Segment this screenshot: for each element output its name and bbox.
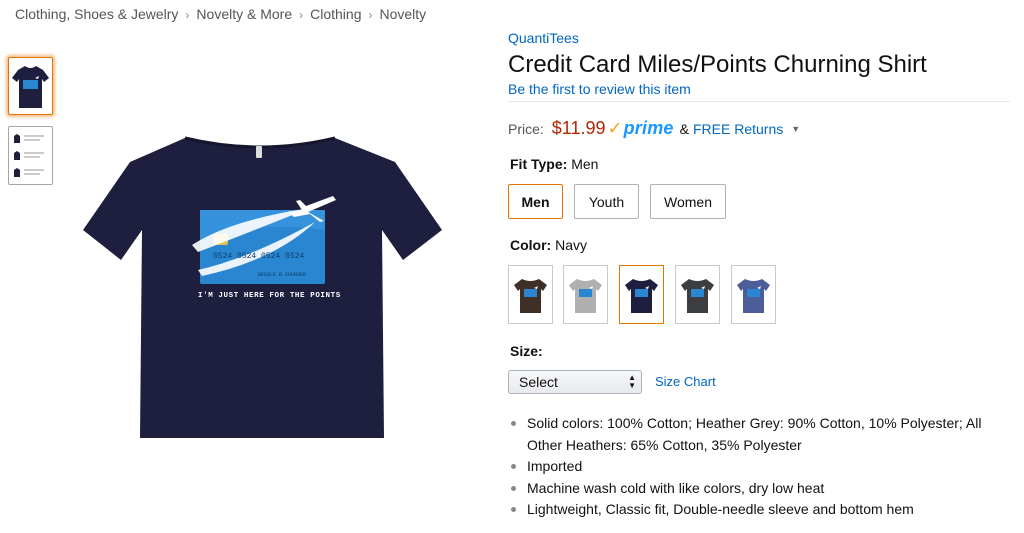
shirt-print-text: I'M JUST HERE FOR THE POINTS	[198, 292, 341, 300]
divider	[508, 101, 1010, 102]
shirt-thumbnail-image	[12, 66, 49, 108]
free-returns-link[interactable]: FREE Returns	[693, 121, 783, 137]
size-dropdown[interactable]: Select ▲ ▼	[508, 370, 642, 394]
breadcrumb-link[interactable]: Clothing	[310, 6, 361, 22]
fit-type-label: Fit Type: Men	[510, 156, 598, 172]
swatch-shirt-image	[514, 278, 547, 313]
feature-bullet: Imported	[511, 456, 1011, 478]
size-label-title: Size:	[510, 343, 543, 359]
color-swatch-brown[interactable]	[508, 265, 553, 324]
price-label: Price:	[508, 121, 544, 137]
price-value: $11.99	[551, 118, 606, 138]
breadcrumb-link[interactable]: Novelty & More	[196, 6, 292, 22]
card-holder-print: BEEBLE B CHURNER	[258, 272, 306, 278]
fit-type-selected: Men	[571, 156, 599, 172]
swatch-shirt-image	[625, 278, 658, 313]
feature-bullets: Solid colors: 100% Cotton; Heather Grey:…	[511, 413, 1011, 521]
price-row: Price: $11.99 ✓ prime & FREE Returns ▼	[508, 118, 800, 139]
color-swatch-navy[interactable]	[619, 265, 664, 324]
feature-bullet: Lightweight, Classic fit, Double-needle …	[511, 499, 1011, 521]
breadcrumb: Clothing, Shoes & Jewelry › Novelty & More…	[15, 6, 426, 22]
card-number-print: 0524 0524 0524 0524	[213, 252, 304, 261]
swatch-shirt-image	[681, 278, 714, 313]
breadcrumb-link[interactable]: Novelty	[380, 6, 427, 22]
thumbnail-size-chart[interactable]	[8, 126, 53, 185]
color-label: Color: Navy	[510, 237, 587, 253]
swatch-shirt-image	[737, 278, 770, 313]
size-dropdown-value: Select	[519, 374, 558, 390]
review-link[interactable]: Be the first to review this item	[508, 81, 691, 97]
color-swatch-heather-grey[interactable]	[563, 265, 608, 324]
prime-check-icon: ✓	[607, 118, 623, 138]
dropdown-arrows-icon: ▲ ▼	[628, 373, 636, 390]
size-label: Size:	[510, 343, 543, 359]
fit-type-label-title: Fit Type:	[510, 156, 568, 172]
swatch-shirt-image	[569, 278, 602, 313]
breadcrumb-separator: ›	[185, 8, 190, 22]
size-chart-thumbnail-image	[14, 134, 44, 177]
thumbnail-shirt-front[interactable]	[8, 57, 53, 115]
prime-badge[interactable]: ✓ prime	[608, 118, 674, 139]
color-swatch-heather-blue[interactable]	[731, 265, 776, 324]
brand-link[interactable]: QuantiTees	[508, 30, 579, 46]
feature-bullet: Solid colors: 100% Cotton; Heather Grey:…	[511, 413, 1011, 456]
prime-logo-text: prime	[623, 118, 674, 138]
amp-text: &	[679, 121, 689, 137]
feature-bullet: Machine wash cold with like colors, dry …	[511, 478, 1011, 500]
color-selected: Navy	[555, 237, 588, 253]
color-swatch-dark-heather[interactable]	[675, 265, 720, 324]
breadcrumb-separator: ›	[368, 8, 373, 22]
fit-option-men[interactable]: Men	[508, 184, 563, 219]
main-product-image[interactable]: 0524 0524 0524 0524 BEEBLE B CHURNER I'M…	[80, 130, 445, 440]
product-title: Credit Card Miles/Points Churning Shirt	[508, 51, 927, 78]
fit-option-youth[interactable]: Youth	[574, 184, 639, 219]
chevron-down-icon[interactable]: ▼	[791, 124, 800, 134]
navy-shirt-image: 0524 0524 0524 0524 BEEBLE B CHURNER I'M…	[83, 136, 442, 438]
size-chart-link[interactable]: Size Chart	[655, 374, 716, 389]
fit-option-women[interactable]: Women	[650, 184, 726, 219]
breadcrumb-separator: ›	[299, 8, 304, 22]
breadcrumb-link[interactable]: Clothing, Shoes & Jewelry	[15, 6, 178, 22]
color-label-title: Color:	[510, 237, 552, 253]
